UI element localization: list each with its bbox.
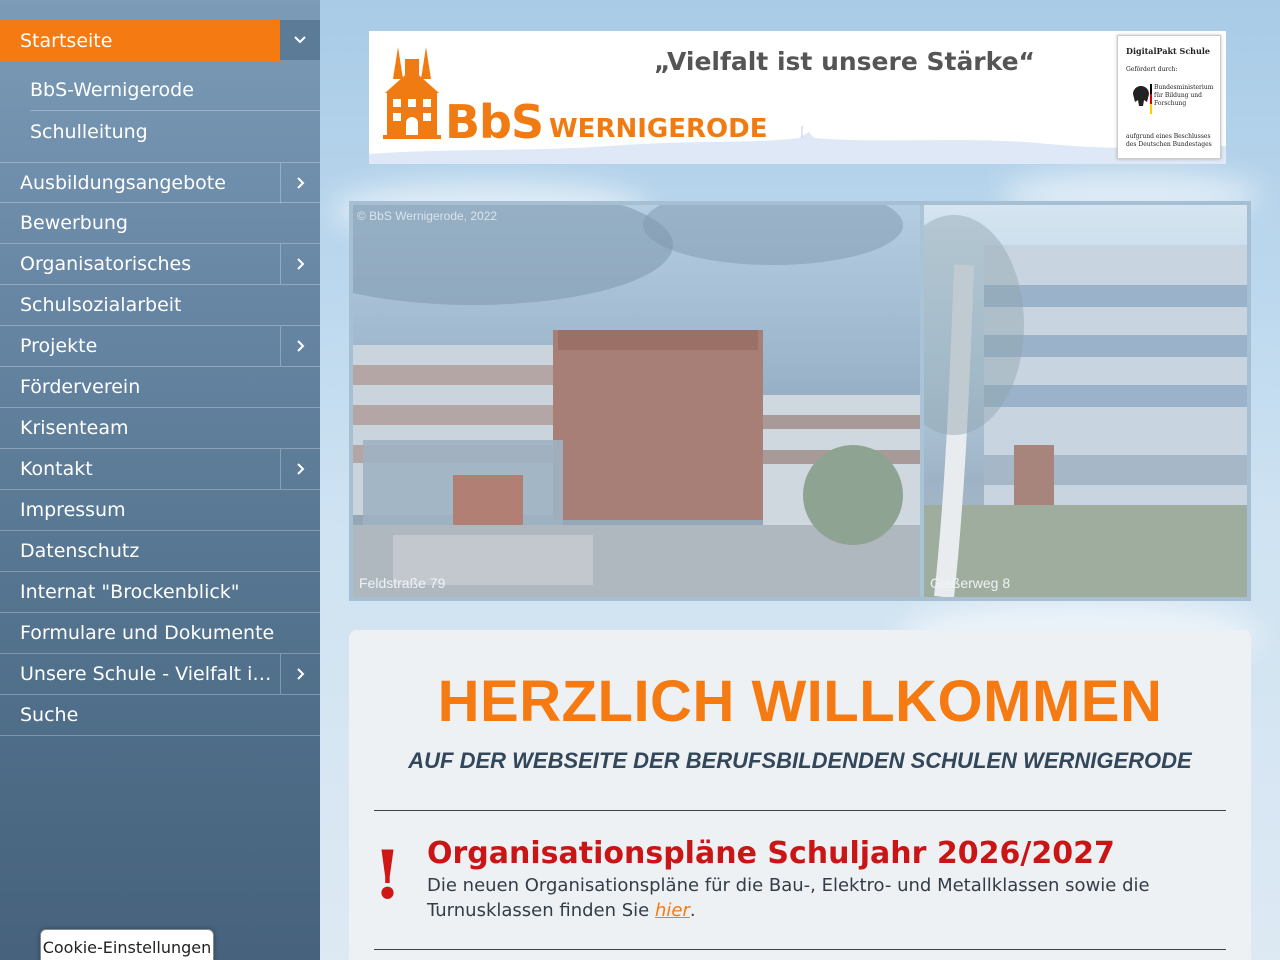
photo-feldstrasse: © BbS Wernigerode, 2022 Feldstraße 79 xyxy=(353,205,920,597)
sidebar-item-label: Suche xyxy=(20,704,79,726)
building-giesserweg-illustration xyxy=(924,215,1247,597)
sidebar-item-formulare[interactable]: Formulare und Dokumente xyxy=(0,613,320,654)
digitalpakt-sponsored: Gefördert durch: xyxy=(1126,66,1178,73)
header-banner[interactable]: BbS WERNIGERODE „Vielfalt ist unsere Stä… xyxy=(369,31,1226,164)
divider xyxy=(374,949,1226,950)
sidebar-item-bewerbung[interactable]: Bewerbung xyxy=(0,203,320,244)
sidebar-item-unsere-schule[interactable]: Unsere Schule - Vielfalt im ... xyxy=(0,654,320,695)
divider xyxy=(374,810,1226,811)
digitalpakt-footnote: aufgrund eines Beschlusses des Deutschen… xyxy=(1126,133,1212,148)
sidebar-item-projekte[interactable]: Projekte xyxy=(0,326,320,367)
content-panel: HERZLICH WILLKOMMEN AUF DER WEBSEITE DER… xyxy=(349,630,1251,960)
sidebar-item-label: Krisenteam xyxy=(20,417,129,439)
digitalpakt-title: DigitalPakt Schule xyxy=(1126,46,1210,56)
federal-eagle-icon xyxy=(1133,84,1152,114)
chevron-right-icon xyxy=(296,258,304,270)
logo-bbs-text: BbS xyxy=(445,95,544,149)
sidebar-item-schulsozialarbeit[interactable]: Schulsozialarbeit xyxy=(0,285,320,326)
sidebar-subitem-schulleitung[interactable]: Schulleitung xyxy=(30,111,320,152)
sidebar-item-label: Unsere Schule - Vielfalt im ... xyxy=(20,663,280,685)
sidebar-item-impressum[interactable]: Impressum xyxy=(0,490,320,531)
sidebar-item-startseite[interactable]: Startseite xyxy=(0,20,280,61)
expand-toggle[interactable] xyxy=(280,654,320,694)
sidebar-item-label: Datenschutz xyxy=(20,540,140,562)
photo-copyright: © BbS Wernigerode, 2022 xyxy=(357,209,498,223)
expand-toggle[interactable] xyxy=(280,326,320,366)
sidebar-item-label: Förderverein xyxy=(20,376,141,398)
photo-caption-giesserweg: Gießerweg 8 xyxy=(930,575,1011,591)
sidebar-item-organisatorisches[interactable]: Organisatorisches xyxy=(0,244,320,285)
sidebar-item-label: Startseite xyxy=(20,29,113,52)
sidebar-item-label: Formulare und Dokumente xyxy=(20,622,275,644)
sidebar-subitem-label: Schulleitung xyxy=(30,120,148,143)
news-text-after: . xyxy=(689,900,696,921)
sidebar-item-label: Organisatorisches xyxy=(20,253,192,275)
sidebar-subitem-label: BbS-Wernigerode xyxy=(30,79,194,101)
sidebar-item-label: Internat "Brockenblick" xyxy=(20,581,240,603)
chevron-down-icon xyxy=(294,36,306,44)
chevron-right-icon xyxy=(296,463,304,475)
sidebar-item-label: Schulsozialarbeit xyxy=(20,294,182,316)
photo-caption-feldstrasse: Feldstraße 79 xyxy=(359,575,446,591)
photo-giesserweg: Gießerweg 8 xyxy=(924,205,1247,597)
sidebar-item-label: Bewerbung xyxy=(20,212,128,234)
expand-toggle-startseite[interactable] xyxy=(280,20,320,60)
sidebar-item-label: Impressum xyxy=(20,499,126,521)
sidebar-item-ausbildungsangebote[interactable]: Ausbildungsangebote xyxy=(0,162,320,203)
sidebar-item-kontakt[interactable]: Kontakt xyxy=(0,449,320,490)
cookie-settings-button[interactable]: Cookie-Einstellungen xyxy=(40,929,214,960)
news-text-before: Die neuen Organisationspläne für die Bau… xyxy=(427,875,1150,921)
exclamation-icon: ! xyxy=(373,836,402,914)
sidebar-nav: Startseite BbS-Wernigerode Schulleitung … xyxy=(0,0,320,960)
chevron-right-icon xyxy=(296,668,304,680)
sidebar-item-krisenteam[interactable]: Krisenteam xyxy=(0,408,320,449)
slogan: „Vielfalt ist unsere Stärke“ xyxy=(654,47,1035,76)
townhall-logo-icon xyxy=(383,47,441,139)
welcome-subtitle: AUF DER WEBSEITE DER BERUFSBILDENDEN SCH… xyxy=(408,748,1192,773)
logo-wernigerode-text: WERNIGERODE xyxy=(549,114,768,144)
chevron-right-icon xyxy=(296,176,304,189)
expand-toggle[interactable] xyxy=(280,244,320,284)
digitalpakt-ministry: Bundesministerium für Bildung und Forsch… xyxy=(1154,84,1214,107)
welcome-title: HERZLICH WILLKOMMEN xyxy=(437,669,1163,734)
news-link-hier[interactable]: hier xyxy=(655,900,690,921)
building-feldstrasse-illustration xyxy=(353,205,920,597)
sidebar-subitem-bbs-wernigerode[interactable]: BbS-Wernigerode xyxy=(30,70,320,111)
sidebar-item-foerderverein[interactable]: Förderverein xyxy=(0,367,320,408)
sidebar-item-internat[interactable]: Internat "Brockenblick" xyxy=(0,572,320,613)
digitalpakt-badge: DigitalPakt Schule Gefördert durch: Bund… xyxy=(1117,35,1221,159)
expand-toggle[interactable] xyxy=(280,162,320,203)
expand-toggle[interactable] xyxy=(280,449,320,489)
school-photo-strip: © BbS Wernigerode, 2022 Feldstraße 79 Gi… xyxy=(349,201,1251,601)
chevron-right-icon xyxy=(296,340,304,352)
sidebar-item-suche[interactable]: Suche xyxy=(0,695,320,736)
sidebar-item-datenschutz[interactable]: Datenschutz xyxy=(0,531,320,572)
sidebar-item-label: Kontakt xyxy=(20,458,93,480)
news-title: Organisationspläne Schuljahr 2026/2027 xyxy=(427,836,1115,871)
sidebar-item-label: Projekte xyxy=(20,335,98,357)
sidebar-item-label: Ausbildungsangebote xyxy=(20,171,226,194)
news-text: Die neuen Organisationspläne für die Bau… xyxy=(427,873,1167,923)
